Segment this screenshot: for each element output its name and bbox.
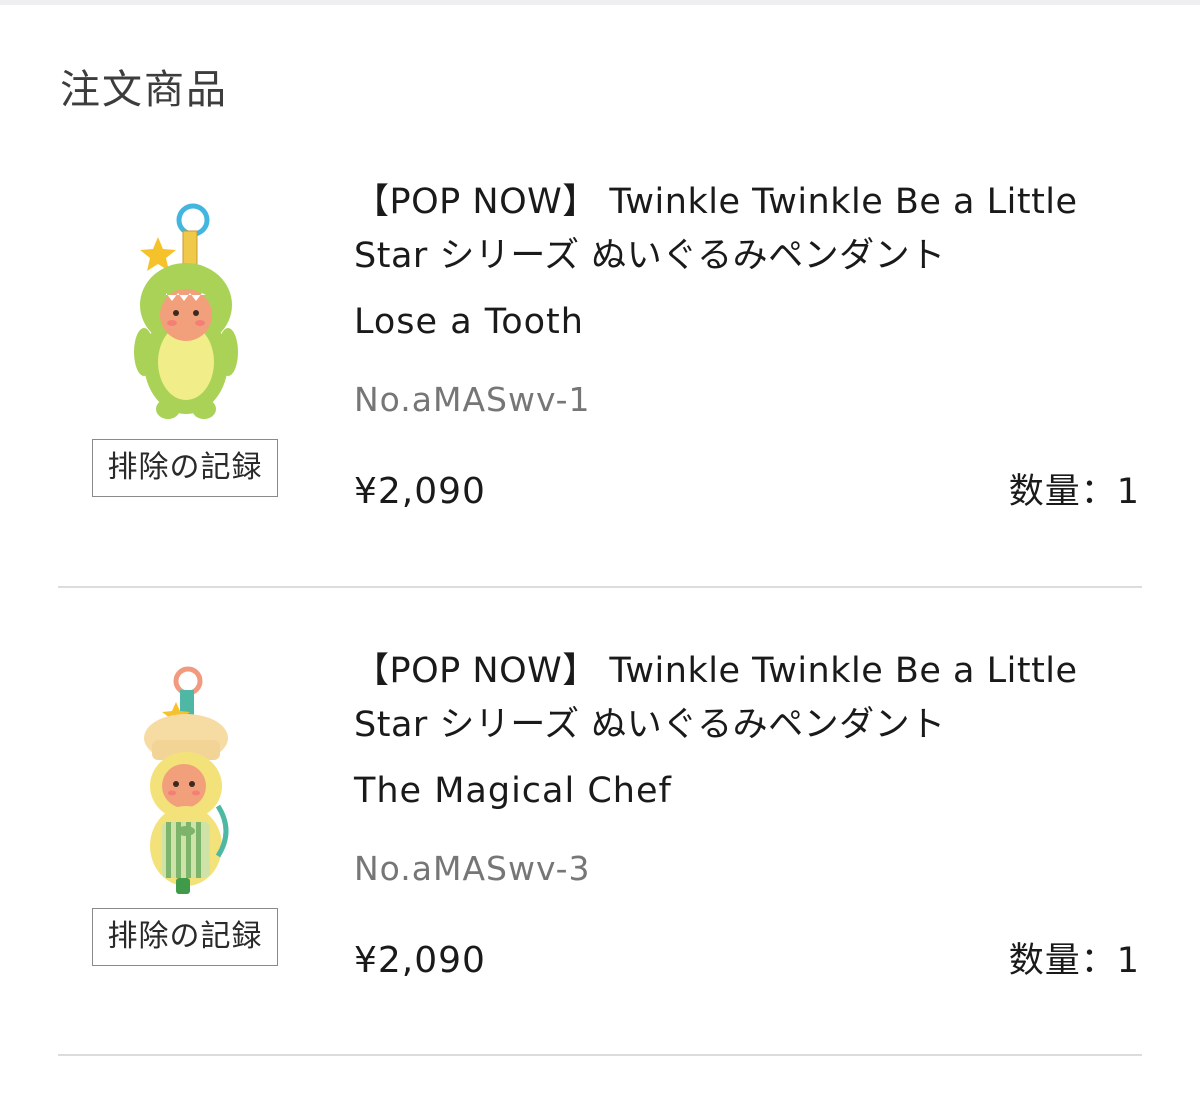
product-sku: No.aMASwv-1 [354,380,591,419]
product-quantity: 数量：1 [1008,941,1140,981]
product-quantity: 数量：1 [1008,472,1140,512]
product-price: ¥2,090 [354,471,486,512]
product-variant: Lose a Tooth [354,302,584,342]
top-band [0,0,1200,5]
remove-record-button[interactable]: 排除の記録 [92,908,278,966]
product-sku: No.aMASwv-3 [354,849,591,888]
product-title[interactable]: 【POP NOW】 Twinkle Twinkle Be a Little St… [354,644,1154,752]
product-title[interactable]: 【POP NOW】 Twinkle Twinkle Be a Little St… [354,175,1154,283]
item-divider [58,1054,1142,1056]
product-image[interactable] [118,187,248,437]
order-item: 排除の記録 【POP NOW】 Twinkle Twinkle Be a Lit… [0,175,1200,645]
product-image[interactable] [118,656,248,906]
order-item: 排除の記録 【POP NOW】 Twinkle Twinkle Be a Lit… [0,644,1200,1114]
section-title: 注文商品 [60,67,228,113]
product-variant: The Magical Chef [354,771,672,811]
remove-record-button[interactable]: 排除の記録 [92,439,278,497]
item-divider [58,586,1142,588]
product-price: ¥2,090 [354,940,486,981]
